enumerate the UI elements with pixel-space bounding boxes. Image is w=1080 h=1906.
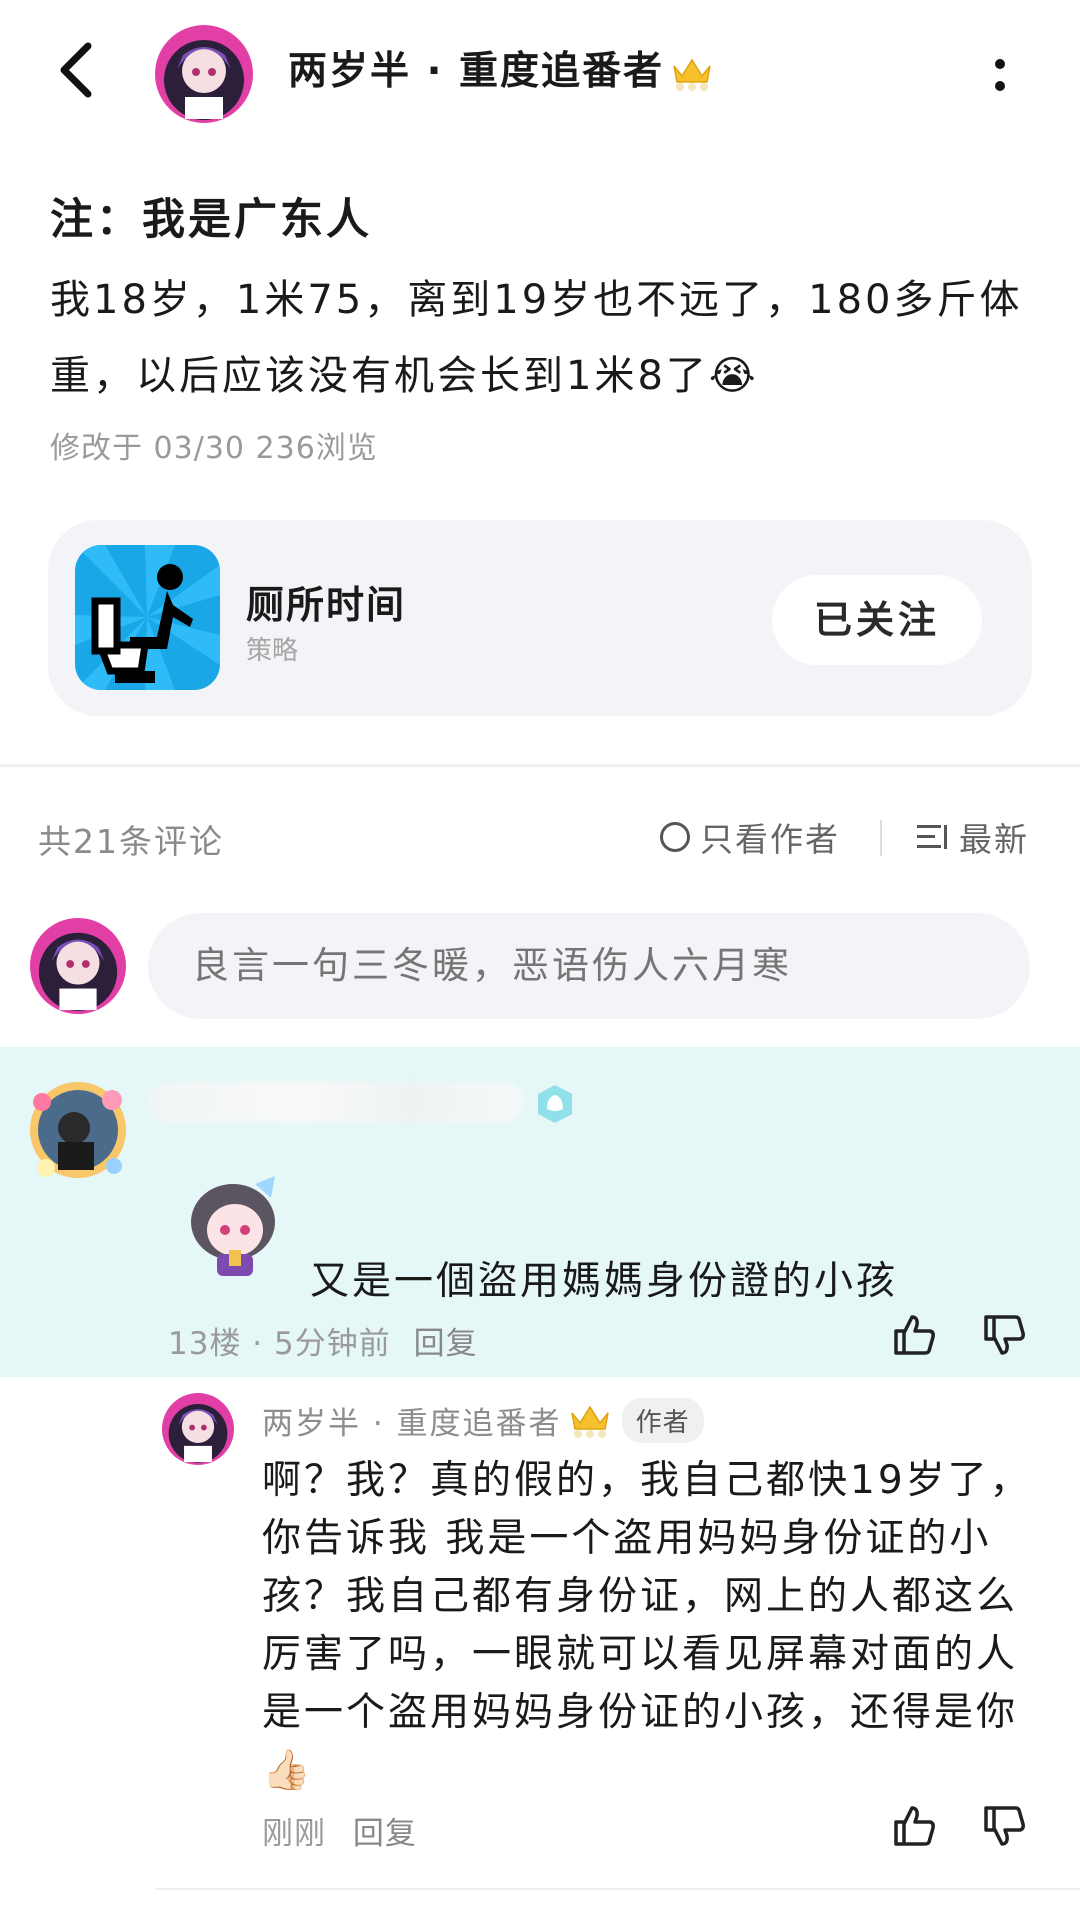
author-tag: 作者 [621,1398,704,1443]
reply-author-avatar[interactable] [162,1393,234,1465]
thumbs-down-icon[interactable] [980,1311,1028,1359]
game-name[interactable]: 厕所时间 [246,574,406,629]
crown-icon [570,1405,609,1438]
comment-meta: 13楼 · 5分钟前 回复 [168,1318,478,1363]
post-title: 注：我是广东人 [50,195,372,245]
sort-label: 最新 [959,820,1029,859]
game-icon[interactable] [75,545,220,690]
thumbs-down-icon[interactable] [980,1802,1028,1850]
separator [880,820,882,856]
thumbs-up-icon[interactable] [890,1311,938,1359]
comment-reply-button[interactable]: 回复 [414,1326,478,1362]
sort-toggle[interactable]: 最新 [915,813,1029,861]
my-avatar[interactable] [30,918,126,1014]
header-username[interactable]: 两岁半 · 重度追番者 [288,40,714,96]
more-vertical-icon[interactable] [985,52,1015,102]
divider [0,764,1080,767]
reply-reply-button[interactable]: 回复 [353,1816,417,1852]
back-icon[interactable] [50,40,110,100]
comment-floor-time: 13楼 · 5分钟前 [168,1326,391,1362]
only-author-label: 只看作者 [700,820,840,859]
level-badge-icon [538,1085,572,1123]
comment-text: 又是一個盜用媽媽身份證的小孩 [310,1259,899,1304]
reply-meta: 刚刚 回复 [262,1808,417,1853]
reply-time: 刚刚 [262,1816,326,1852]
follow-button[interactable]: 已关注 [772,575,982,665]
divider [155,1888,1080,1890]
radio-icon [660,822,690,852]
only-author-toggle[interactable]: 只看作者 [660,813,840,861]
comment-input[interactable] [148,913,1030,1019]
sort-icon [917,825,947,849]
reply-text: 啊？我？真的假的，我自己都快19岁了，你告诉我 我是一个盗用妈妈身份证的小孩？我… [262,1458,1032,1793]
post-body: 我18岁，1米75，离到19岁也不远了，180多斤体重，以后应该没有机会长到1米… [50,277,1023,399]
commenter-avatar[interactable] [22,1072,134,1184]
sticker-image [191,1176,275,1276]
game-category: 策略 [246,636,299,666]
commenter-name-blurred[interactable] [148,1082,523,1122]
post-meta: 修改于 03/30 236浏览 [50,431,378,466]
author-avatar[interactable] [155,25,253,123]
crown-icon [673,58,711,91]
thumbs-up-icon[interactable] [890,1802,938,1850]
comment-count: 共21条评论 [38,822,224,861]
reply-author-name[interactable]: 两岁半 · 重度追番者 作者 [262,1398,704,1443]
